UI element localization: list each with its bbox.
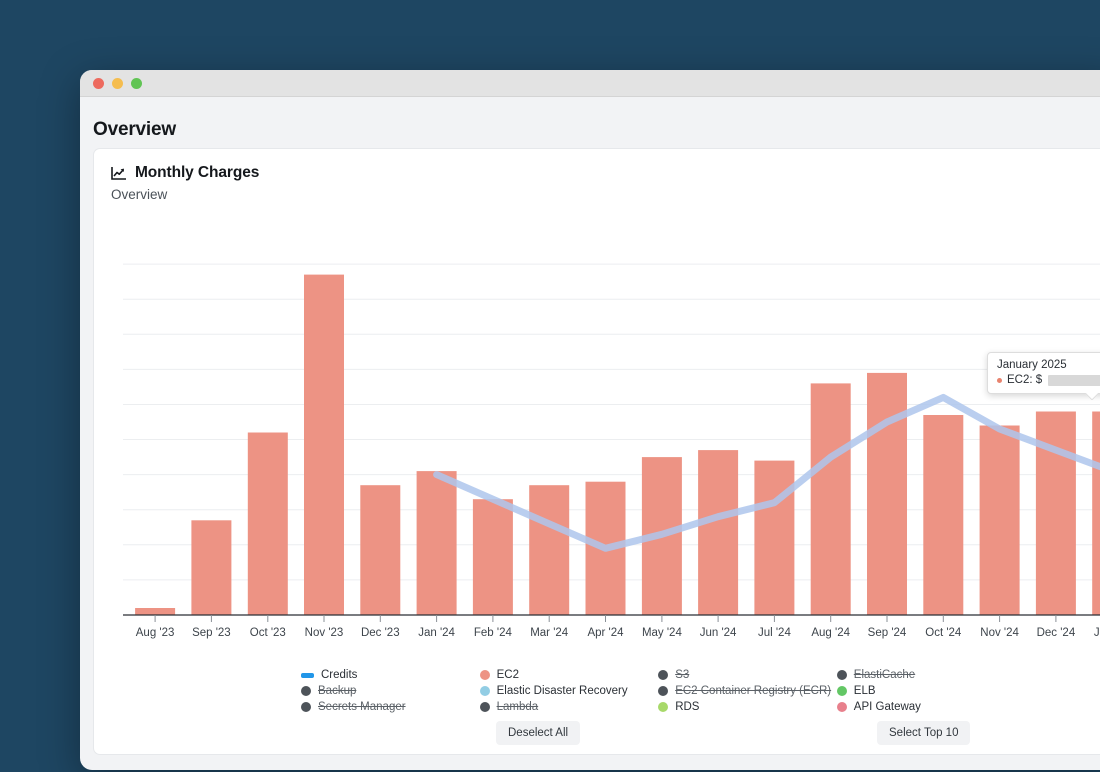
legend-item-api-gateway[interactable]: API Gateway [836,699,1016,715]
legend-item-credits[interactable]: Credits [301,667,480,683]
legend-item-label: API Gateway [853,701,921,713]
line-chart-up-icon [111,166,127,181]
window-titlebar [80,70,1100,97]
chart-svg[interactable]: Aug '23 Sep '23 Oct '23 Nov '23 Dec '23 Jan '… [94,217,1100,687]
bar[interactable] [416,471,457,615]
bar[interactable] [698,450,739,615]
legend-item-label: Credits [321,669,358,681]
deselect-all-button[interactable]: Deselect All [496,721,581,745]
bar[interactable] [360,485,401,615]
tooltip-value-redacted [1048,374,1100,386]
legend-item-elasticache[interactable]: ElastiCache [836,667,1016,683]
legend-swatch-dot-icon [836,670,847,680]
legend-item-rds[interactable]: RDS [658,699,837,715]
legend-swatch-dot-icon [479,686,490,696]
page-title: Overview [93,119,176,140]
x-axis-label: Aug '24 [811,627,850,639]
bar[interactable] [247,432,288,616]
legend-item-elb[interactable]: ELB [836,683,1016,699]
legend-item-label: EC2 [496,669,519,681]
card-title-row: Monthly Charges [111,164,1100,182]
legend-swatch-dot-icon [301,686,311,696]
legend-swatch-dot-icon [658,702,669,712]
select-top10-button[interactable]: Select Top 10 [877,721,971,745]
x-axis-label: Apr '24 [587,627,624,639]
legend-swatch-dot-icon [658,670,669,680]
x-axis-label: Aug '23 [136,627,175,639]
x-axis-label: Sep '23 [192,627,231,639]
x-axis-label: Jan '25 [1094,627,1100,639]
tooltip-arrow [1085,393,1098,400]
x-axis-label: Jun '24 [700,627,737,639]
bar[interactable] [979,425,1020,616]
tooltip-series-dot [997,377,1002,383]
card-title: Monthly Charges [135,164,260,181]
bar[interactable] [472,499,513,615]
x-axis-label: Nov '23 [305,627,344,639]
chart-footer: Deselect All Select Top 10 [94,721,1100,751]
bar[interactable] [867,372,907,615]
card-subtitle: Overview [111,187,168,202]
x-axis-label: May '24 [642,627,683,639]
x-axis-label: Feb '24 [474,627,513,639]
bar[interactable] [754,460,795,615]
x-axis-label: Oct '24 [925,627,962,639]
legend-item-secrets-manager[interactable]: Secrets Manager [301,699,480,715]
legend-item-lambda[interactable]: Lambda [479,699,659,715]
legend-item-label: RDS [675,701,700,713]
legend-item-label: EC2 Container Registry (ECR) [675,685,832,697]
bar[interactable] [191,520,232,615]
chart-tooltip: January 2025 EC2: $ [987,352,1100,394]
legend-swatch-dot-icon [479,670,490,680]
card-header: Monthly Charges Overview [94,149,1100,202]
legend-swatch-line-icon [301,672,314,678]
x-axis-label: Sep '24 [868,627,907,639]
bar[interactable] [304,274,344,615]
tooltip-series-label: EC2: $ [1007,374,1043,386]
legend-swatch-dot-icon [479,702,490,712]
legend-swatch-dot-icon [836,702,847,712]
legend-item-ec2-container-registry-ecr[interactable]: EC2 Container Registry (ECR) [658,683,837,699]
x-axis-label: Dec '23 [361,627,400,639]
x-axis-label: Jan '24 [418,627,455,639]
legend-item-elastic-disaster-recovery[interactable]: Elastic Disaster Recovery [479,683,659,699]
tooltip-title: January 2025 [997,359,1067,371]
chart-plot-area[interactable]: Aug '23 Sep '23 Oct '23 Nov '23 Dec '23 Jan '… [94,217,1100,687]
legend-item-backup[interactable]: Backup [301,683,480,699]
legend-item-label: ELB [853,685,876,697]
legend-item-label: Backup [318,685,357,697]
legend-swatch-dot-icon [301,702,311,712]
bar[interactable] [923,415,964,615]
legend-swatch-dot-icon [836,686,847,696]
chart-legend[interactable]: Credits Backup Secrets Manager EC2 Elastic D… [94,667,1100,715]
tooltip-series-row: EC2: $ [997,374,1100,386]
legend-item-ec2[interactable]: EC2 [479,667,659,683]
x-axis-label: Oct '23 [250,627,286,639]
monthly-charges-card: Monthly Charges Overview Aug '23 Sep '23 O… [93,148,1100,755]
bar[interactable] [1092,411,1100,616]
legend-swatch-dot-icon [658,686,669,696]
close-window-button[interactable] [93,77,104,89]
app-window: Overview Monthly Charges Overview Aug '2… [80,70,1100,770]
x-axis-label: Dec '24 [1037,627,1076,639]
x-axis-label: Mar '24 [530,627,569,639]
x-axis-label: Nov '24 [980,627,1019,639]
legend-item-label: Elastic Disaster Recovery [496,685,628,697]
maximize-window-button[interactable] [131,77,142,89]
x-axis-label: Jul '24 [758,627,791,639]
bar[interactable] [529,485,570,615]
legend-item-label: S3 [675,669,690,681]
legend-item-s3[interactable]: S3 [658,667,837,683]
legend-item-label: Lambda [496,701,539,713]
legend-item-label: Secrets Manager [318,701,406,713]
legend-item-label: ElastiCache [853,669,916,681]
minimize-window-button[interactable] [112,77,123,89]
bar[interactable] [135,608,176,615]
bar[interactable] [810,383,851,615]
